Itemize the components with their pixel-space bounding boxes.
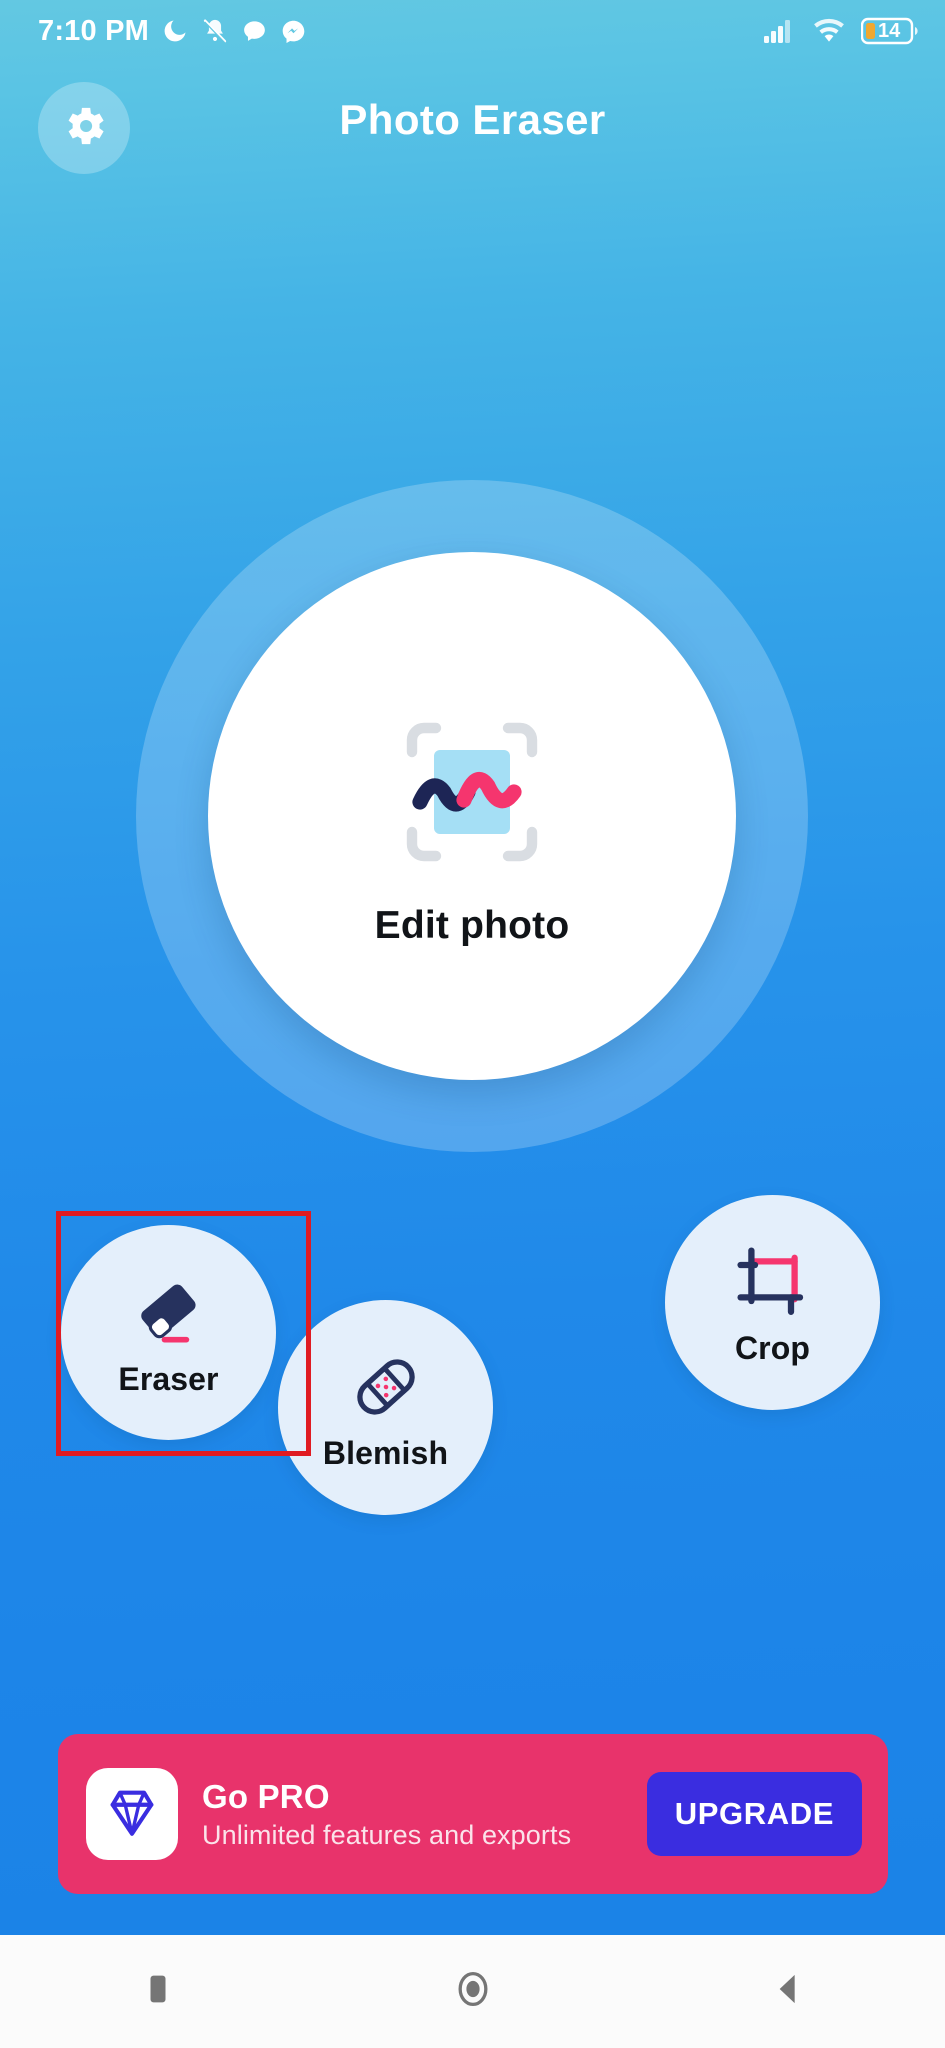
tool-label-crop: Crop <box>734 1330 811 1366</box>
diamond-icon <box>103 1783 161 1846</box>
edit-photo-button[interactable]: Edit photo <box>136 480 808 1152</box>
pro-title: Go PRO <box>202 1777 330 1815</box>
pro-subtitle: Unlimited features and exports <box>202 1819 572 1850</box>
tool-button-crop[interactable]: Crop <box>665 1195 880 1410</box>
status-bar-clock: 7:10 PM <box>38 14 149 47</box>
battery-indicator: 14 <box>861 16 919 46</box>
status-bar-right: 14 <box>763 16 919 46</box>
edit-photo-label: Edit photo <box>374 904 570 947</box>
chat-bubble-icon <box>241 18 268 45</box>
pro-text-block: Go PRO Unlimited features and exports <box>202 1778 623 1851</box>
pro-icon-tile <box>86 1768 178 1860</box>
bell-muted-icon <box>201 17 229 45</box>
page-title: Photo Eraser <box>339 96 606 143</box>
triangle-back-icon <box>768 1969 808 2014</box>
photo-scan-squiggle-icon <box>372 692 572 892</box>
eraser-icon <box>123 1267 215 1359</box>
tool-label-eraser: Eraser <box>118 1361 219 1397</box>
app-header: Photo Eraser <box>0 82 945 182</box>
wifi-icon <box>811 18 847 45</box>
home-button[interactable] <box>408 1935 538 2048</box>
bandage-icon <box>342 1343 430 1431</box>
app-screen: 7:10 PM 14 Photo Eraser Edit photo Erase… <box>0 0 945 2048</box>
tool-button-blemish[interactable]: Blemish <box>278 1300 493 1515</box>
do-not-disturb-moon-icon <box>161 17 189 45</box>
tool-label-blemish: Blemish <box>322 1435 449 1471</box>
crop-icon <box>728 1238 818 1328</box>
square-recents-icon <box>138 1969 178 2014</box>
recents-button[interactable] <box>93 1935 223 2048</box>
status-bar-left: 7:10 PM <box>38 15 307 48</box>
edit-photo-card: Edit photo <box>208 552 736 1080</box>
android-nav-bar <box>0 1935 945 2048</box>
status-bar: 7:10 PM 14 <box>0 0 945 62</box>
tool-button-eraser[interactable]: Eraser <box>61 1225 276 1440</box>
cellular-signal-icon <box>763 18 797 44</box>
messenger-icon <box>280 18 307 45</box>
back-button[interactable] <box>723 1935 853 2048</box>
upgrade-button[interactable]: UPGRADE <box>646 1772 862 1856</box>
battery-level-text: 14 <box>878 20 901 42</box>
pro-banner[interactable]: Go PRO Unlimited features and exports UP… <box>58 1734 888 1894</box>
circle-home-icon <box>451 1967 495 2016</box>
